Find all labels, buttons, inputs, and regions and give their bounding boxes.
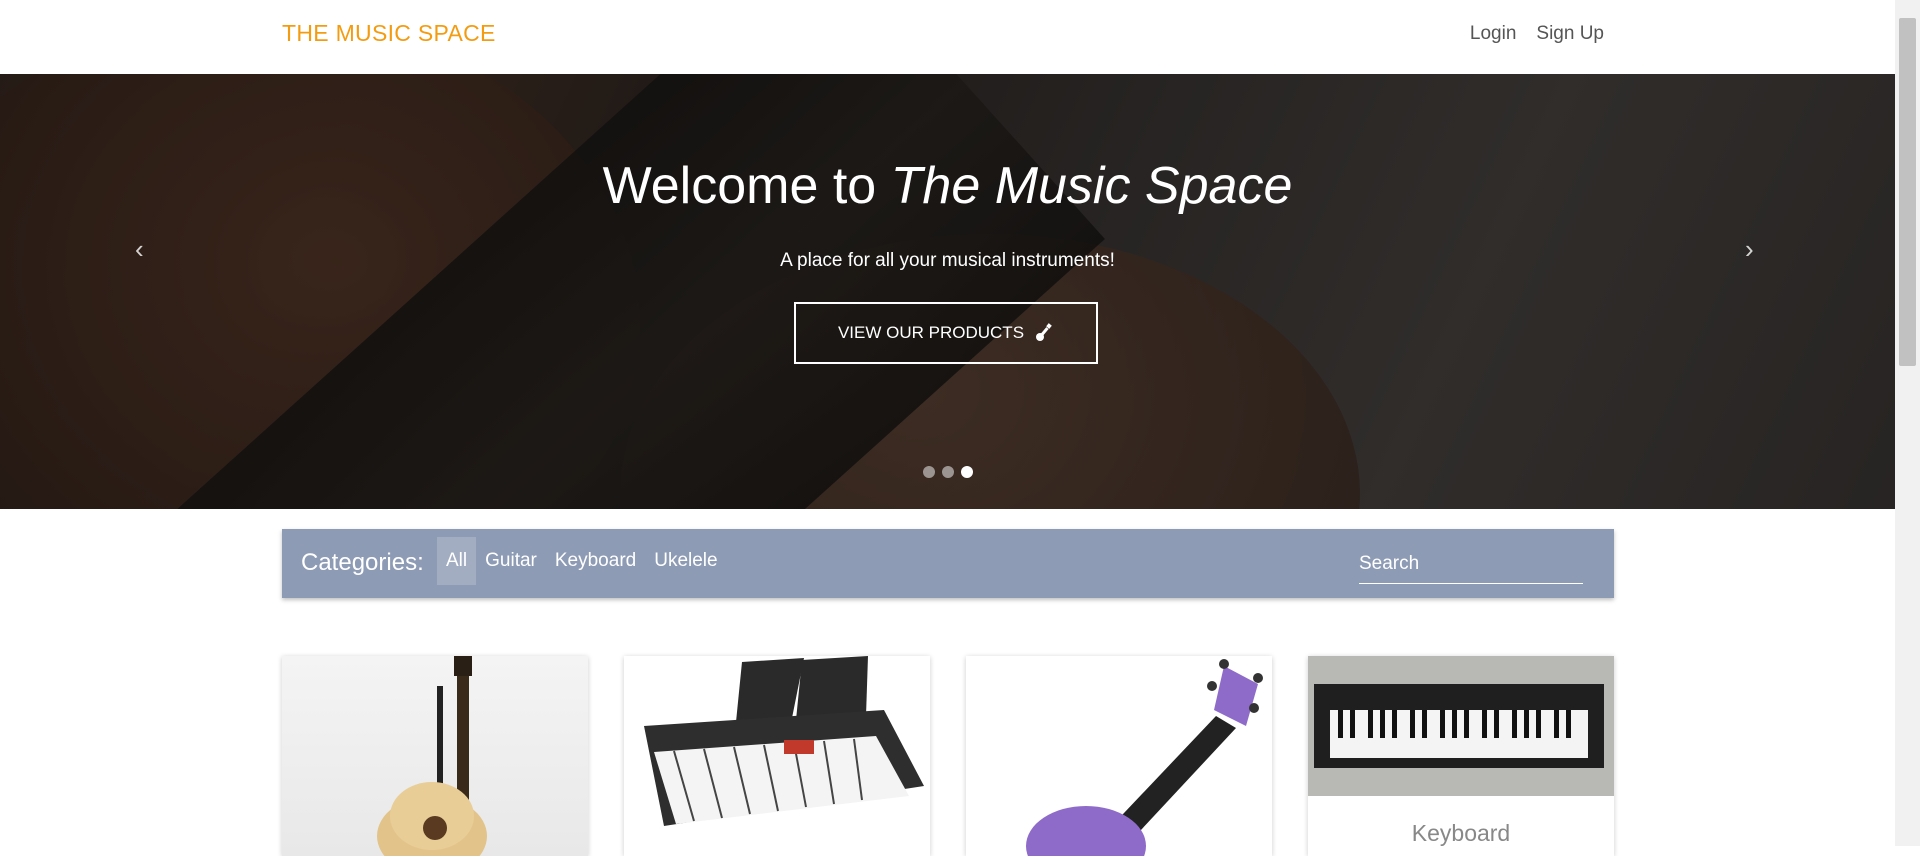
brand-logo[interactable]: THE MUSIC SPACE: [282, 20, 496, 47]
login-link[interactable]: Login: [1470, 23, 1517, 45]
keyboard-image: [644, 656, 924, 826]
product-card[interactable]: [282, 656, 588, 856]
ukulele-image: [1026, 659, 1263, 856]
hero-title-prefix: Welcome to: [602, 157, 891, 215]
product-card[interactable]: Keyboard: [1308, 656, 1614, 856]
category-ukelele[interactable]: Ukelele: [645, 537, 726, 585]
nav-links: Login Sign Up: [1470, 23, 1604, 45]
navbar: THE MUSIC SPACE Login Sign Up: [0, 0, 1895, 74]
carousel-next-arrow[interactable]: ›: [1745, 234, 1754, 265]
guitar-icon: [1036, 323, 1052, 341]
categories-label: Categories:: [301, 549, 424, 576]
hero-carousel: Welcome to The Music Space A place for a…: [0, 74, 1895, 509]
categories-bar: Categories: All Guitar Keyboard Ukelele: [282, 529, 1614, 598]
category-filter-list: All Guitar Keyboard Ukelele: [437, 537, 727, 585]
category-all[interactable]: All: [437, 537, 477, 585]
product-card[interactable]: [624, 656, 930, 856]
carousel-dot-active[interactable]: [960, 466, 973, 478]
carousel-indicators: [0, 466, 1895, 478]
carousel-prev-arrow[interactable]: ‹: [135, 234, 144, 265]
category-keyboard[interactable]: Keyboard: [546, 537, 645, 585]
hero-subtitle: A place for all your musical instruments…: [780, 250, 1115, 271]
carousel-dot[interactable]: [922, 466, 935, 478]
acoustic-guitar-image: [377, 656, 487, 856]
view-products-button[interactable]: VIEW OUR PRODUCTS: [794, 302, 1098, 364]
hero-overlay: [0, 74, 1895, 509]
page-scrollbar[interactable]: [1895, 0, 1920, 846]
product-card-title: Keyboard: [1411, 820, 1511, 846]
hero-title-emphasis: The Music Space: [890, 157, 1293, 215]
search-input[interactable]: [1359, 545, 1583, 584]
hero-title: Welcome to The Music Space: [0, 156, 1895, 216]
carousel-dot[interactable]: [941, 466, 954, 478]
keyboard-image: [1308, 656, 1614, 796]
category-guitar[interactable]: Guitar: [476, 537, 546, 585]
signup-link[interactable]: Sign Up: [1536, 23, 1604, 45]
product-card[interactable]: [966, 656, 1272, 856]
view-products-label: VIEW OUR PRODUCTS: [837, 323, 1025, 342]
scrollbar-thumb[interactable]: [1899, 18, 1916, 366]
